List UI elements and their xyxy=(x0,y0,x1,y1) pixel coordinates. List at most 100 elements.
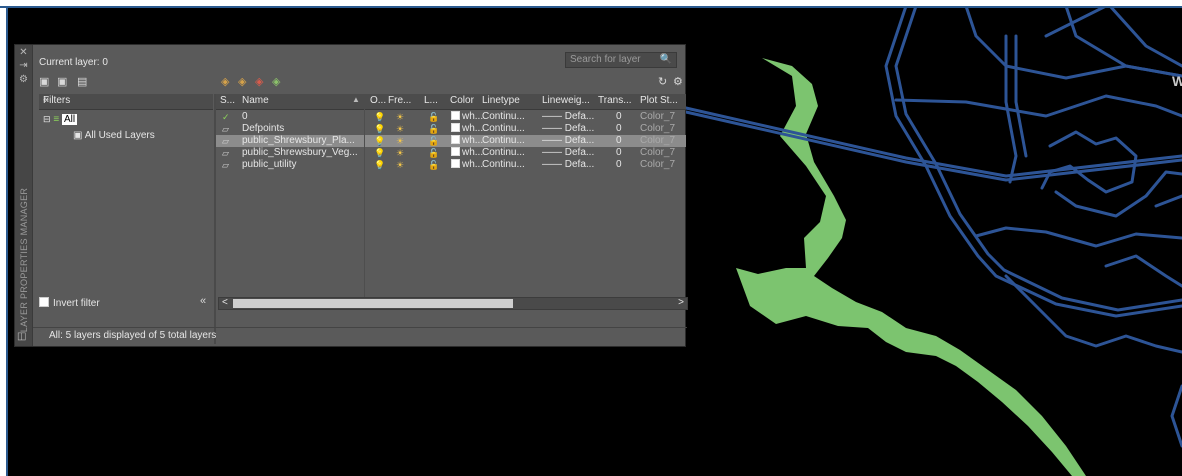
layer-states-manager-icon[interactable]: ▤ xyxy=(77,75,87,88)
column-header-plot-style[interactable]: Plot St... xyxy=(640,95,678,106)
tree-collapse-icon[interactable]: ⊟ xyxy=(43,114,51,124)
layer-lineweight[interactable]: —— Defa... xyxy=(542,159,594,171)
palette-titlebar[interactable]: ✕ ⇥ ⚙ LAYER PROPERTIES MANAGER xyxy=(15,45,33,346)
layer-transparency[interactable]: 0 xyxy=(616,147,622,159)
freeze-icon[interactable]: ☀ xyxy=(396,123,404,135)
freeze-icon[interactable]: ☀ xyxy=(396,147,404,159)
layer-status-icon[interactable]: ▱ xyxy=(222,135,229,147)
lock-icon[interactable]: 🔓 xyxy=(428,159,439,171)
column-header-lineweight[interactable]: Lineweig... xyxy=(542,95,590,106)
layer-color[interactable]: wh... xyxy=(451,123,483,135)
layer-lineweight[interactable]: —— Defa... xyxy=(542,147,594,159)
settings-gear-icon[interactable]: ⚙ xyxy=(673,75,683,88)
delete-layer-icon[interactable]: ◈ xyxy=(255,75,263,88)
lock-icon[interactable]: 🔓 xyxy=(428,135,439,147)
tree-item-all[interactable]: ⊟ ≡ All xyxy=(43,114,78,125)
status-bar: All: 5 layers displayed of 5 total layer… xyxy=(33,327,687,344)
layer-transparency[interactable]: 0 xyxy=(616,159,622,171)
new-layer-icon[interactable]: ◈ xyxy=(221,75,229,88)
layer-linetype[interactable]: Continu... xyxy=(482,147,525,159)
set-current-icon[interactable]: ◈ xyxy=(272,75,280,88)
collapse-filters-icon[interactable]: « xyxy=(43,94,207,106)
palette-body: Current layer: 0 Search for layer 🔍 ▣ ▣ … xyxy=(33,45,688,346)
layer-plot-style[interactable]: Color_7 xyxy=(640,159,675,171)
on-off-icon[interactable]: 💡 xyxy=(374,111,385,123)
layer-color[interactable]: wh... xyxy=(451,135,483,147)
layer-transparency[interactable]: 0 xyxy=(616,111,622,123)
close-icon[interactable]: ✕ xyxy=(15,47,32,59)
color-swatch-icon xyxy=(451,135,460,144)
layer-properties-manager: ✕ ⇥ ⚙ LAYER PROPERTIES MANAGER Current l… xyxy=(14,44,688,347)
layer-transparency[interactable]: 0 xyxy=(616,123,622,135)
color-swatch-icon xyxy=(451,147,460,156)
layer-transparency[interactable]: 0 xyxy=(616,135,622,147)
column-header-lock[interactable]: L... xyxy=(424,95,438,106)
horizontal-scrollbar[interactable]: < > xyxy=(218,297,688,310)
refresh-icon[interactable]: ↻ xyxy=(658,75,667,88)
layer-linetype[interactable]: Continu... xyxy=(482,123,525,135)
layer-lineweight[interactable]: —— Defa... xyxy=(542,111,594,123)
column-header-status[interactable]: S... xyxy=(220,95,235,106)
layer-row[interactable]: ▱ Defpoints 💡 ☀ 🔓 wh... Continu... —— Defa... 0 C… xyxy=(216,123,686,135)
layer-plot-style[interactable]: Color_7 xyxy=(640,123,675,135)
new-layer-vp-frozen-icon[interactable]: ◈ xyxy=(238,75,246,88)
on-off-icon[interactable]: 💡 xyxy=(374,135,385,147)
layer-name[interactable]: public_utility xyxy=(242,159,296,171)
layer-linetype[interactable]: Continu... xyxy=(482,111,525,123)
column-header-transparency[interactable]: Trans... xyxy=(598,95,632,106)
checkbox-box[interactable] xyxy=(39,297,49,307)
lock-icon[interactable]: 🔓 xyxy=(428,147,439,159)
scroll-left-icon[interactable]: < xyxy=(222,297,228,308)
current-layer-check-icon[interactable]: ✓ xyxy=(222,111,230,123)
layer-status-icon[interactable]: ▱ xyxy=(222,123,229,135)
layer-color[interactable]: wh... xyxy=(451,147,483,159)
scrollbar-thumb[interactable] xyxy=(233,299,513,308)
lock-icon[interactable]: 🔓 xyxy=(428,123,439,135)
layer-lineweight[interactable]: —— Defa... xyxy=(542,135,594,147)
properties-gear-icon[interactable]: ⚙ xyxy=(15,74,32,86)
invert-filter-checkbox[interactable]: Invert filter xyxy=(39,297,100,309)
layer-linetype[interactable]: Continu... xyxy=(482,159,525,171)
on-off-icon[interactable]: 💡 xyxy=(374,147,385,159)
layer-name[interactable]: 0 xyxy=(242,111,248,123)
layer-row[interactable]: ✓ 0 💡 ☀ 🔓 wh... Continu... —— Defa... 0 Color_7 xyxy=(216,111,686,123)
layer-status-icon[interactable]: ▱ xyxy=(222,147,229,159)
filters-header: Filters « xyxy=(39,94,213,110)
layer-plot-style[interactable]: Color_7 xyxy=(640,147,675,159)
column-header-name[interactable]: Name xyxy=(242,95,269,106)
collapse-left-icon[interactable]: « xyxy=(200,295,206,307)
column-header-color[interactable]: Color xyxy=(450,95,474,106)
on-off-icon[interactable]: 💡 xyxy=(374,159,385,171)
search-placeholder: Search for layer xyxy=(570,54,641,65)
layer-row[interactable]: ▱ public_Shrewsbury_Veg... 💡 ☀ 🔓 wh... Continu… xyxy=(216,147,686,159)
freeze-icon[interactable]: ☀ xyxy=(396,159,404,171)
layer-row[interactable]: ▱ public_utility 💡 ☀ 🔓 wh... Continu... —— Defa… xyxy=(216,159,686,171)
layer-name[interactable]: Defpoints xyxy=(242,123,284,135)
layer-status-icon[interactable]: ▱ xyxy=(222,159,229,171)
layer-plot-style[interactable]: Color_7 xyxy=(640,111,675,123)
lock-icon[interactable]: 🔓 xyxy=(428,111,439,123)
layer-name[interactable]: public_Shrewsbury_Pla... xyxy=(242,135,355,147)
on-off-icon[interactable]: 💡 xyxy=(374,123,385,135)
layer-color[interactable]: wh... xyxy=(451,111,483,123)
layer-color[interactable]: wh... xyxy=(451,159,483,171)
search-layer-input[interactable]: Search for layer 🔍 xyxy=(565,52,677,68)
column-header-on[interactable]: O... xyxy=(370,95,386,106)
layer-linetype[interactable]: Continu... xyxy=(482,135,525,147)
column-header-linetype[interactable]: Linetype xyxy=(482,95,520,106)
new-group-filter-icon[interactable]: ▣ xyxy=(57,75,67,88)
layer-row[interactable]: ▱ public_Shrewsbury_Pla... 💡 ☀ 🔓 wh... Continu… xyxy=(216,135,686,147)
filters-pane: Filters « ⊟ ≡ All ▣ All Used Layers xyxy=(39,94,213,294)
new-property-filter-icon[interactable]: ▣ xyxy=(39,75,49,88)
freeze-icon[interactable]: ☀ xyxy=(396,135,404,147)
autohide-icon[interactable]: ⇥ xyxy=(15,60,32,72)
column-header-freeze[interactable]: Fre... xyxy=(388,95,411,106)
scroll-right-icon[interactable]: > xyxy=(678,297,684,308)
freeze-icon[interactable]: ☀ xyxy=(396,111,404,123)
tree-item-all-used[interactable]: ▣ All Used Layers xyxy=(73,130,155,141)
layer-lineweight[interactable]: —— Defa... xyxy=(542,123,594,135)
search-icon[interactable]: 🔍 xyxy=(660,53,672,67)
road-network xyxy=(684,6,1182,448)
layer-plot-style[interactable]: Color_7 xyxy=(640,135,675,147)
layer-name[interactable]: public_Shrewsbury_Veg... xyxy=(242,147,358,159)
